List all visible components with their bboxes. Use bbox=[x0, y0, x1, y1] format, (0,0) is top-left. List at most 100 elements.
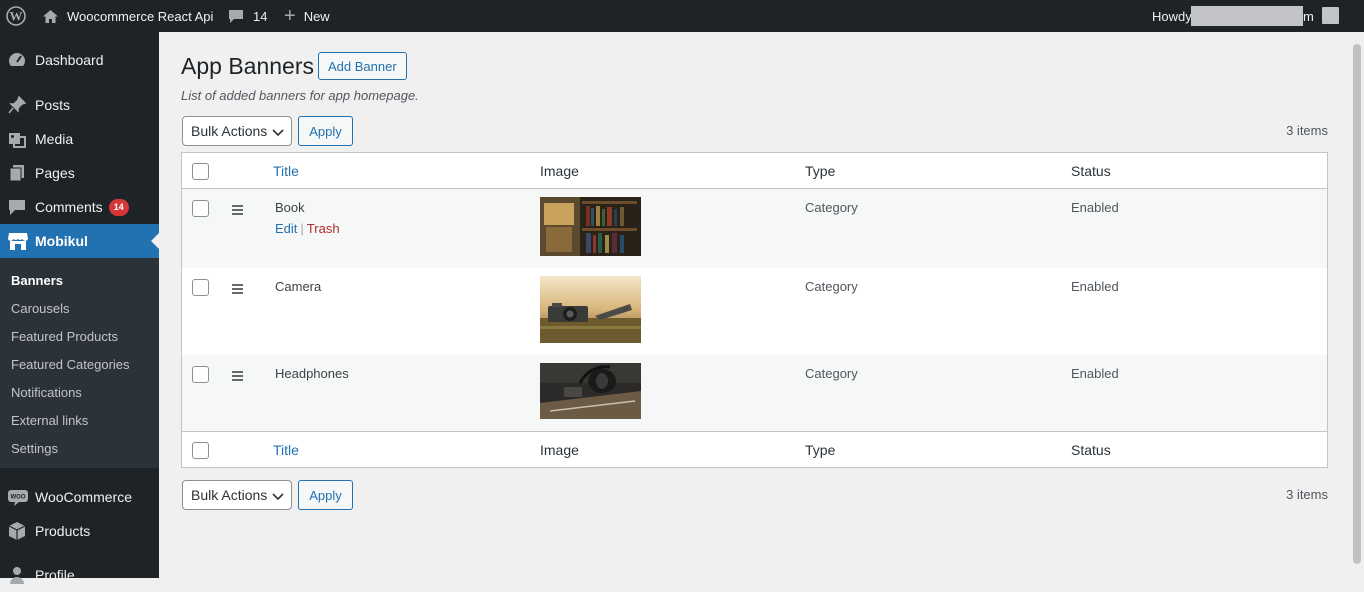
drag-handle-icon[interactable] bbox=[232, 205, 243, 217]
sidebar-item-label: Posts bbox=[35, 97, 71, 113]
banners-table: Title Image Type Status Book Edit | Trash bbox=[181, 152, 1328, 468]
howdy-link[interactable]: Howdy bbox=[1152, 0, 1192, 32]
column-type-header: Type bbox=[805, 163, 836, 179]
sidebar-item-label: Mobikul bbox=[35, 233, 88, 249]
edit-link[interactable]: Edit bbox=[275, 221, 297, 236]
apply-button-bottom[interactable]: Apply bbox=[298, 480, 353, 510]
sidebar-item-profile[interactable]: Profile bbox=[0, 558, 159, 592]
sidebar-item-label: Media bbox=[35, 131, 74, 147]
drag-handle-icon[interactable] bbox=[232, 371, 243, 383]
row-actions: Edit | Trash bbox=[275, 221, 340, 236]
bulk-actions-select-bottom[interactable]: Bulk Actions bbox=[182, 480, 292, 510]
table-row: Book Edit | Trash Category Enabled bbox=[182, 189, 1327, 268]
drag-handle-icon[interactable] bbox=[232, 284, 243, 296]
table-row: Camera Category Enabled bbox=[182, 268, 1327, 355]
submenu-item-settings[interactable]: Settings bbox=[11, 441, 58, 456]
sidebar-item-pages[interactable]: Pages bbox=[0, 156, 159, 190]
submenu-item-carousels[interactable]: Carousels bbox=[11, 301, 70, 316]
column-title-header[interactable]: Title bbox=[273, 163, 299, 179]
pin-icon bbox=[0, 95, 35, 115]
row-checkbox[interactable] bbox=[192, 279, 209, 296]
row-status: Enabled bbox=[1071, 279, 1119, 294]
admin-bar: W Woocommerce React Api 14 + New Howdy m bbox=[0, 0, 1364, 32]
items-count-top: 3 items bbox=[1286, 123, 1328, 138]
row-title[interactable]: Book bbox=[275, 200, 305, 215]
column-status-footer: Status bbox=[1071, 442, 1111, 458]
column-title-footer[interactable]: Title bbox=[273, 442, 299, 458]
column-image-header: Image bbox=[540, 163, 579, 179]
scrollbar-thumb[interactable] bbox=[1353, 44, 1361, 564]
bulk-actions-label: Bulk Actions bbox=[191, 123, 268, 139]
sidebar-item-label: Comments bbox=[35, 199, 103, 215]
column-status-header: Status bbox=[1071, 163, 1111, 179]
box-icon bbox=[0, 521, 35, 541]
home-icon bbox=[42, 9, 59, 24]
svg-text:W: W bbox=[10, 9, 23, 24]
row-title[interactable]: Headphones bbox=[275, 366, 349, 381]
select-all-checkbox-footer[interactable] bbox=[192, 442, 209, 459]
new-label: New bbox=[303, 8, 330, 24]
banner-image-book bbox=[540, 197, 641, 256]
sidebar-item-woocommerce[interactable]: WOO WooCommerce bbox=[0, 480, 159, 514]
mobikul-submenu: Banners Carousels Featured Products Feat… bbox=[0, 258, 159, 468]
howdy-tail: m bbox=[1303, 0, 1314, 32]
media-icon bbox=[0, 129, 35, 149]
sidebar-item-label: WooCommerce bbox=[35, 489, 132, 505]
avatar[interactable] bbox=[1322, 7, 1339, 24]
sidebar-item-dashboard[interactable]: Dashboard bbox=[0, 43, 159, 77]
separator: | bbox=[300, 221, 304, 236]
table-row: Headphones Category Enabled bbox=[182, 355, 1327, 431]
apply-button-top[interactable]: Apply bbox=[298, 116, 353, 146]
comment-icon bbox=[228, 8, 244, 24]
add-banner-button[interactable]: Add Banner bbox=[318, 52, 407, 80]
comment-icon bbox=[0, 197, 35, 217]
sidebar-item-mobikul[interactable]: Mobikul bbox=[0, 224, 159, 258]
trash-link[interactable]: Trash bbox=[307, 221, 340, 236]
bulk-actions-label: Bulk Actions bbox=[191, 487, 268, 503]
admin-sidebar: Dashboard Posts Media Pages Comments 14 … bbox=[0, 32, 159, 584]
banner-image-headphones bbox=[540, 363, 641, 419]
admin-comments-link[interactable]: 14 bbox=[228, 0, 267, 32]
comments-count: 14 bbox=[253, 8, 268, 24]
page-description: List of added banners for app homepage. bbox=[181, 88, 419, 103]
sidebar-item-posts[interactable]: Posts bbox=[0, 88, 159, 122]
row-type: Category bbox=[805, 366, 858, 381]
column-type-footer: Type bbox=[805, 442, 836, 458]
comments-badge: 14 bbox=[108, 198, 129, 216]
dashboard-icon bbox=[0, 50, 35, 70]
row-title[interactable]: Camera bbox=[275, 279, 321, 294]
banner-image-camera bbox=[540, 276, 641, 343]
submenu-item-featured-products[interactable]: Featured Products bbox=[11, 329, 118, 344]
row-checkbox[interactable] bbox=[192, 366, 209, 383]
submenu-item-featured-categories[interactable]: Featured Categories bbox=[11, 357, 130, 372]
howdy-tail-text: m bbox=[1303, 8, 1314, 24]
wordpress-logo-icon[interactable]: W bbox=[6, 0, 28, 32]
admin-new-link[interactable]: + New bbox=[284, 0, 330, 32]
redacted-username bbox=[1191, 6, 1303, 26]
submenu-item-banners[interactable]: Banners bbox=[11, 273, 63, 288]
column-image-footer: Image bbox=[540, 442, 579, 458]
submenu-item-external-links[interactable]: External links bbox=[11, 413, 88, 428]
sidebar-item-media[interactable]: Media bbox=[0, 122, 159, 156]
woo-icon: WOO bbox=[0, 487, 35, 507]
chevron-down-icon bbox=[272, 489, 284, 505]
pages-icon bbox=[0, 163, 35, 183]
sidebar-item-products[interactable]: Products bbox=[0, 514, 159, 548]
row-type: Category bbox=[805, 279, 858, 294]
row-type: Category bbox=[805, 200, 858, 215]
sidebar-item-comments[interactable]: Comments 14 bbox=[0, 190, 159, 224]
table-header: Title Image Type Status bbox=[182, 153, 1327, 189]
sidebar-item-label: Products bbox=[35, 523, 91, 539]
chevron-down-icon bbox=[272, 125, 284, 141]
svg-text:WOO: WOO bbox=[11, 495, 26, 501]
row-status: Enabled bbox=[1071, 200, 1119, 215]
select-all-checkbox[interactable] bbox=[192, 163, 209, 180]
page-title: App Banners bbox=[181, 53, 314, 79]
row-checkbox[interactable] bbox=[192, 200, 209, 217]
submenu-item-notifications[interactable]: Notifications bbox=[11, 385, 82, 400]
sidebar-item-label: Pages bbox=[35, 165, 75, 181]
site-name-link[interactable]: Woocommerce React Api bbox=[42, 0, 213, 32]
page-scrollbar[interactable] bbox=[1350, 32, 1364, 578]
bulk-actions-select-top[interactable]: Bulk Actions bbox=[182, 116, 292, 146]
items-count-bottom: 3 items bbox=[1286, 487, 1328, 502]
